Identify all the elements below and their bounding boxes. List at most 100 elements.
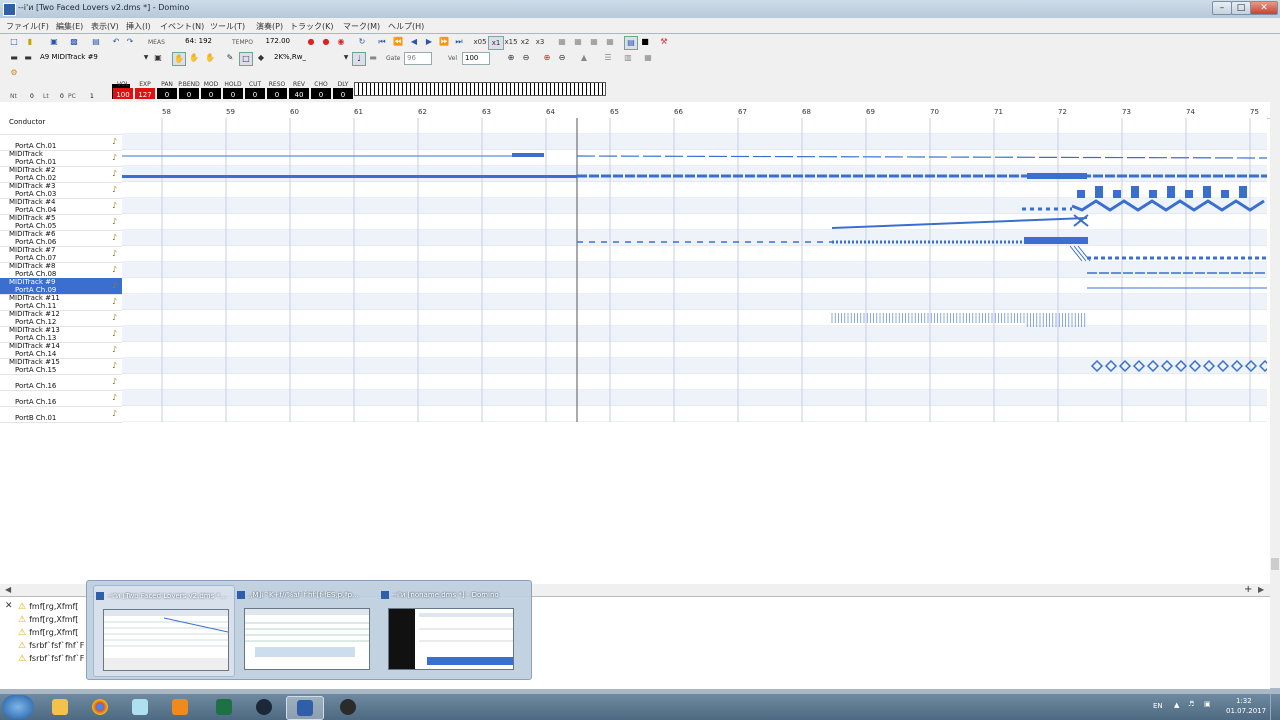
pencil-tool-icon[interactable]: ✎ [224, 52, 236, 64]
mixer-value-reso[interactable]: 0 [267, 88, 287, 99]
track-row[interactable]: MIDITrack #9 PortA Ch.09 ♪ [0, 278, 122, 295]
view-icon-3[interactable]: ▦ [588, 36, 600, 48]
taskbar-notepad[interactable] [122, 696, 158, 718]
settings-wrench-icon[interactable]: ⚒ [658, 36, 670, 48]
track-timeline-grid[interactable] [122, 118, 1267, 422]
speaker-icon[interactable]: ♪ [112, 217, 120, 226]
mixer-value-dly[interactable]: 0 [333, 88, 353, 99]
vel-field[interactable]: 100 [462, 52, 490, 65]
track-row[interactable]: PortB Ch.01 ♪ [0, 406, 122, 423]
speed-x05[interactable]: x05 [472, 36, 488, 48]
track-row[interactable]: MIDITrack #5 PortA Ch.05 ♪ [0, 214, 122, 231]
taskbar-domino[interactable] [286, 696, 324, 720]
thumbnail-window-2[interactable]: ,,M]i^K+f//%af`f'hf'[f-fES,p,ªp... [235, 585, 375, 675]
track-row[interactable]: PortA Ch.16 ♪ [0, 374, 122, 391]
thumbnail-window-3[interactable]: --i'и [noname.dms *] - Domino [379, 585, 519, 675]
track-row[interactable]: Conductor [0, 118, 122, 135]
track-select-dropdown-icon[interactable]: ▼ [140, 52, 152, 64]
speaker-icon[interactable]: ♪ [112, 169, 120, 178]
list-icon[interactable]: ☰ [602, 52, 614, 64]
speaker-icon[interactable]: ♪ [112, 313, 120, 322]
vertical-scrollbar[interactable] [1270, 102, 1280, 688]
track-row[interactable]: MIDITrack #12 PortA Ch.12 ♪ [0, 310, 122, 327]
speaker-icon[interactable]: ♪ [112, 201, 120, 210]
taskbar-media[interactable] [162, 696, 198, 718]
mixer-value-cho[interactable]: 0 [311, 88, 331, 99]
view-icon-1[interactable]: ▦ [556, 36, 568, 48]
taskbar-steam[interactable] [246, 696, 282, 718]
gate-field[interactable]: 96 [404, 52, 432, 65]
pointer-tool-icon[interactable]: ✋ [172, 52, 186, 66]
measure-ruler[interactable]: 58 59 60 61 62 63 64 65 66 67 68 69 70 71 72 73 74 75 [0, 102, 1270, 119]
minimize-icon[interactable]: – [1212, 1, 1232, 15]
split-icon[interactable]: ▥ [622, 52, 634, 64]
scroll-left-icon[interactable]: ◀ [5, 585, 11, 594]
speaker-icon[interactable]: ♪ [112, 393, 120, 402]
taskbar-excel[interactable] [206, 696, 242, 718]
record-icon[interactable]: ● [305, 36, 317, 48]
track-row[interactable]: PortA Ch.16 ♪ [0, 390, 122, 407]
network-icon[interactable]: ▣ [1204, 700, 1211, 708]
speaker-icon[interactable]: ♪ [112, 265, 120, 274]
view-icon-4[interactable]: ▦ [604, 36, 616, 48]
track-select[interactable]: A9 MIDITrack #9 [38, 52, 146, 63]
clock-time[interactable]: 1:32 [1236, 697, 1252, 705]
menu-view[interactable]: 表示(V) [91, 21, 119, 32]
track-row[interactable]: MIDITrack #4 PortA Ch.04 ♪ [0, 198, 122, 215]
clock-date[interactable]: 01.07.2017 [1226, 707, 1266, 715]
go-start-icon[interactable]: ⏮ [376, 36, 388, 48]
hand-tool-icon[interactable]: ✋ [188, 52, 200, 64]
new-file-icon[interactable]: □ [8, 36, 20, 48]
record-mode-icon[interactable]: ◉ [335, 36, 347, 48]
track-row[interactable]: MIDITrack #3 PortA Ch.03 ♪ [0, 182, 122, 199]
log-item[interactable]: ⚠ fsrbf`fsf`fhf`F [18, 641, 84, 651]
eraser-tool-icon[interactable]: ◆ [255, 52, 267, 64]
aux-tool-icon[interactable]: ⚙ [8, 67, 20, 79]
loop-icon[interactable]: ↻ [356, 36, 368, 48]
track-row[interactable]: MIDITrack #7 PortA Ch.07 ♪ [0, 246, 122, 263]
speaker-icon[interactable]: ♪ [112, 377, 120, 386]
scroll-tool-icon[interactable]: ✋ [204, 52, 216, 64]
mixer-value-hold[interactable]: 0 [223, 88, 243, 99]
mixer-value-vol[interactable]: 100 [113, 88, 133, 99]
close-icon[interactable]: ✕ [1250, 1, 1278, 15]
speaker-icon[interactable]: ♪ [112, 153, 120, 162]
forward-icon[interactable]: ⏩ [438, 36, 450, 48]
menu-track[interactable]: トラック(K) [290, 21, 334, 32]
mixer-value-cut[interactable]: 0 [245, 88, 265, 99]
speaker-icon[interactable]: ♪ [112, 409, 120, 418]
menu-help[interactable]: ヘルプ(H) [388, 21, 424, 32]
note-length-select[interactable]: 2K%,Rw_ [272, 52, 346, 63]
volume-icon[interactable]: ♬ [1188, 700, 1194, 708]
speaker-icon[interactable]: ♪ [112, 361, 120, 370]
log-item[interactable]: ⚠ fsrbf`fsf`fhf`F [18, 654, 84, 664]
mixer-value-mod[interactable]: 0 [201, 88, 221, 99]
zoom-out-v-icon[interactable]: ⊖ [556, 52, 568, 64]
marker-icon[interactable]: ▲ [578, 52, 590, 64]
track-row[interactable]: MIDITrack #13 PortA Ch.13 ♪ [0, 326, 122, 343]
start-button-icon[interactable] [2, 695, 34, 719]
zoom-in-v-icon[interactable]: ⊕ [541, 52, 553, 64]
speed-x3[interactable]: x3 [533, 36, 547, 48]
scroll-right-icon[interactable]: ▶ [1258, 585, 1264, 594]
speaker-icon[interactable]: ♪ [112, 329, 120, 338]
step-record-icon[interactable]: ● [320, 36, 332, 48]
play-icon[interactable]: ▶ [423, 36, 435, 48]
pianoroll-view-icon[interactable]: ■ [639, 36, 651, 48]
language-indicator[interactable]: EN [1153, 702, 1163, 710]
zoom-in-h-icon[interactable]: ⊕ [505, 52, 517, 64]
track-row[interactable]: MIDITrack #14 PortA Ch.14 ♪ [0, 342, 122, 359]
speaker-icon[interactable]: ♪ [112, 249, 120, 258]
track-row[interactable]: MIDITrack #11 PortA Ch.11 ♪ [0, 294, 122, 311]
track-view-icon[interactable]: ▤ [624, 36, 638, 50]
printer-icon[interactable]: ▣ [152, 52, 164, 64]
speaker-icon[interactable]: ♪ [112, 281, 120, 290]
view-icon-2[interactable]: ▦ [572, 36, 584, 48]
zoom-plus-icon[interactable]: + [1244, 584, 1252, 595]
log-item[interactable]: ⚠ fmf[rg,Xfmf[ [18, 628, 78, 638]
show-desktop-button[interactable] [1270, 694, 1280, 720]
zoom-out-h-icon[interactable]: ⊖ [520, 52, 532, 64]
rewind-icon[interactable]: ⏪ [392, 36, 404, 48]
track-icon-1[interactable]: ▬ [8, 52, 20, 64]
vscroll-thumb[interactable] [1271, 558, 1279, 570]
